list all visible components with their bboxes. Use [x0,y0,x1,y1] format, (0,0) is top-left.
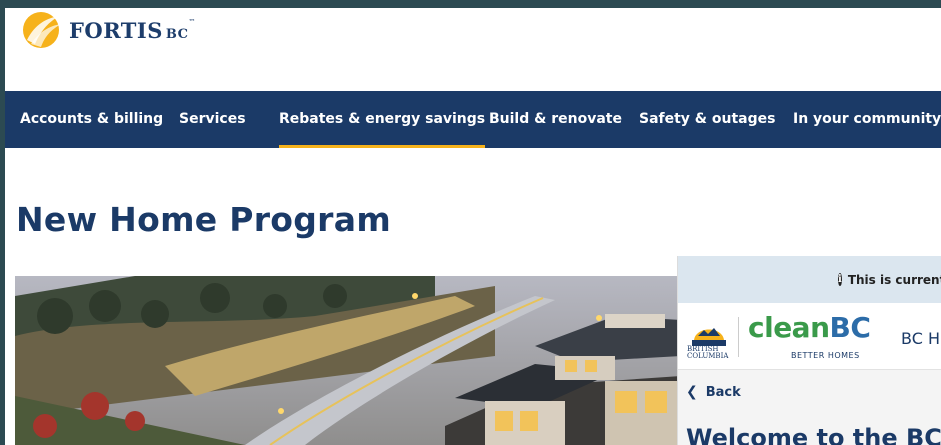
hero-image-neighbourhood [15,276,681,445]
nav-item-safety-outages[interactable]: Safety & outages [639,91,775,148]
nav-item-rebates-energy-savings[interactable]: Rebates & energy savings [279,91,486,148]
nav-item-in-your-community[interactable]: In your community [793,91,941,148]
back-link[interactable]: ❮ Back [686,384,741,400]
cleanbc-logo[interactable]: cleanBC [748,311,871,344]
site-header: FORTIS BC™ [5,8,941,91]
bc-government-text: BRITISH COLUMBIA [687,345,729,360]
webpage: FORTIS BC™ Accounts & billing Services Reba… [5,8,941,445]
info-icon: i [838,273,842,286]
nav-item-build-renovate[interactable]: Build & renovate [489,91,622,148]
cleanbc-preview-panel: i This is current BRITISH COLUMBIA clean… [677,256,941,445]
page-title: New Home Program [16,200,392,239]
logo-wordmark: FORTIS BC™ [69,17,196,43]
nav-item-accounts-billing[interactable]: Accounts & billing [20,91,163,148]
notice-text: This is current [847,272,941,287]
site-name: BC H [901,329,940,348]
cleanbc-header: BRITISH COLUMBIA cleanBC BETTER HOMES BC… [678,303,941,370]
chevron-left-icon: ❮ [686,384,698,400]
flame-icon [23,12,61,48]
welcome-heading: Welcome to the BC [686,424,941,445]
cleanbc-tagline: BETTER HOMES [791,351,860,360]
main-navigation: Accounts & billing Services Rebates & ener… [5,91,941,148]
nav-item-services[interactable]: Services [179,91,246,148]
notice-banner: i This is current [678,256,941,303]
fortisbc-logo[interactable]: FORTIS BC™ [21,10,196,50]
logo-divider [738,317,739,357]
